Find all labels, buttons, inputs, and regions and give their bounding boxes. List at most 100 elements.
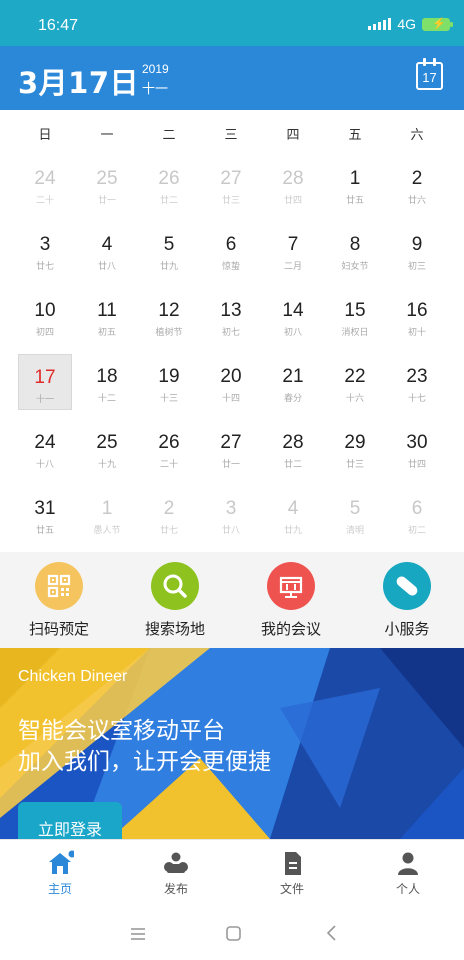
calendar-day[interactable]: 5 廿九	[142, 222, 196, 278]
weekday-label: 二	[162, 128, 176, 143]
nav-file[interactable]: 文件	[252, 850, 332, 897]
lunar-label: 廿二	[159, 196, 178, 206]
calendar-day[interactable]: 7 二月	[266, 222, 320, 278]
calendar-day[interactable]: 24 二十	[18, 156, 72, 212]
lunar-label: 二月	[283, 262, 302, 272]
home-system-icon[interactable]	[226, 926, 241, 941]
calendar-day[interactable]: 26 廿二	[142, 156, 196, 212]
nav-publish[interactable]: 发布	[136, 850, 216, 897]
lunar-label: 廿九	[159, 262, 178, 272]
calendar-day[interactable]: 3 廿八	[204, 486, 258, 542]
day-number: 9	[411, 234, 423, 255]
calendar-day[interactable]: 8 妇女节	[328, 222, 382, 278]
lunar-label: 初十	[407, 328, 426, 338]
calendar-day[interactable]: 24 十八	[18, 420, 72, 476]
calendar-day[interactable]: 13 初七	[204, 288, 258, 344]
calendar-day[interactable]: 28 廿二	[266, 420, 320, 476]
calendar-icon-day: 17	[422, 70, 437, 85]
day-number: 6	[411, 498, 423, 519]
back-icon[interactable]	[326, 925, 336, 941]
service-pill[interactable]: 小服务	[357, 562, 457, 639]
calendar-day[interactable]: 15 消权日	[328, 288, 382, 344]
lunar-label: 廿八	[97, 262, 116, 272]
calendar-day[interactable]: 2 廿六	[390, 156, 444, 212]
calendar-day[interactable]: 27 廿一	[204, 420, 258, 476]
calendar-day[interactable]: 31 廿五	[18, 486, 72, 542]
recents-icon[interactable]	[131, 928, 145, 940]
network-label: 4G	[397, 16, 416, 32]
calendar-day[interactable]: 25 廿一	[80, 156, 134, 212]
calendar-day[interactable]: 28 廿四	[266, 156, 320, 212]
calendar-day[interactable]: 20 十四	[204, 354, 258, 410]
service-meeting[interactable]: 我的会议	[241, 562, 341, 639]
bottom-navigation: 主页 发布 文件 个人	[0, 839, 464, 905]
lunar-label: 十三	[159, 394, 178, 404]
calendar-day[interactable]: 16 初十	[390, 288, 444, 344]
day-number: 7	[287, 234, 299, 255]
calendar-day[interactable]: 14 初八	[266, 288, 320, 344]
day-number: 30	[406, 432, 428, 453]
home-icon	[46, 850, 76, 876]
service-label: 扫码预定	[28, 620, 89, 638]
lunar-label: 十六	[345, 394, 364, 404]
calendar-day[interactable]: 2 廿七	[142, 486, 196, 542]
nav-person[interactable]: 个人	[368, 850, 448, 897]
weekday-label: 三	[224, 128, 238, 143]
service-qr-code[interactable]: 扫码预定	[9, 562, 109, 639]
promo-banner[interactable]: Chicken Dineer 智能会议室移动平台 加入我们，让开会更便捷 立即登…	[0, 648, 464, 839]
lunar-date: 十一	[142, 82, 169, 97]
calendar-day[interactable]: 29 廿三	[328, 420, 382, 476]
day-number: 29	[344, 432, 366, 453]
calendar-day[interactable]: 26 二十	[142, 420, 196, 476]
day-number: 18	[96, 366, 118, 387]
calendar-day[interactable]: 27 廿三	[204, 156, 258, 212]
lunar-label: 惊蛰	[221, 262, 240, 272]
calendar-day[interactable]: 6 惊蛰	[204, 222, 258, 278]
calendar-day[interactable]: 18 十二	[80, 354, 134, 410]
calendar-day[interactable]: 12 植树节	[142, 288, 196, 344]
calendar-day[interactable]: 6 初二	[390, 486, 444, 542]
calendar-day-today[interactable]: 17 十一	[18, 354, 72, 410]
lunar-label: 十二	[97, 394, 116, 404]
system-nav-icons	[131, 925, 336, 941]
calendar-day[interactable]: 3 廿七	[18, 222, 72, 278]
app-header: 3月17日 2019 十一 17	[0, 46, 464, 110]
day-number: 28	[282, 432, 304, 453]
day-number: 28	[282, 168, 304, 189]
lunar-label: 廿三	[345, 460, 364, 470]
day-number: 26	[158, 168, 180, 189]
calendar-day[interactable]: 4 廿八	[80, 222, 134, 278]
service-search[interactable]: 搜索场地	[125, 562, 225, 639]
calendar-day[interactable]: 9 初三	[390, 222, 444, 278]
day-number: 6	[225, 234, 237, 255]
calendar-day[interactable]: 4 廿九	[266, 486, 320, 542]
lunar-label: 廿三	[221, 196, 240, 206]
pill-icon	[383, 562, 431, 610]
day-number: 27	[220, 432, 242, 453]
calendar-day[interactable]: 1 愚人节	[80, 486, 134, 542]
calendar-week-row: 31 廿五 1 愚人节 2 廿七 3 廿八 4 廿九 5 清明 6 初二	[14, 486, 448, 552]
lunar-label: 廿八	[221, 526, 240, 536]
calendar-day[interactable]: 21 春分	[266, 354, 320, 410]
service-label: 搜索场地	[144, 620, 205, 638]
calendar-day[interactable]: 11 初五	[80, 288, 134, 344]
nav-home[interactable]: 主页	[20, 850, 100, 897]
weekday-label: 五	[348, 128, 362, 143]
calendar-day[interactable]: 19 十三	[142, 354, 196, 410]
day-number: 21	[282, 366, 304, 387]
day-number: 20	[220, 366, 242, 387]
calendar-day[interactable]: 10 初四	[18, 288, 72, 344]
login-button[interactable]: 立即登录	[18, 802, 122, 839]
day-number: 17	[34, 367, 56, 388]
battery-icon: ⚡	[422, 17, 453, 31]
lunar-label: 廿九	[283, 526, 302, 536]
calendar-day[interactable]: 22 十六	[328, 354, 382, 410]
calendar-day[interactable]: 25 十九	[80, 420, 134, 476]
lunar-label: 廿七	[35, 262, 54, 272]
calendar-icon[interactable]: 17	[416, 58, 443, 90]
calendar-day[interactable]: 30 廿四	[390, 420, 444, 476]
day-number: 12	[158, 300, 180, 321]
calendar-day[interactable]: 5 清明	[328, 486, 382, 542]
calendar-day[interactable]: 23 十七	[390, 354, 444, 410]
calendar-day[interactable]: 1 廿五	[328, 156, 382, 212]
